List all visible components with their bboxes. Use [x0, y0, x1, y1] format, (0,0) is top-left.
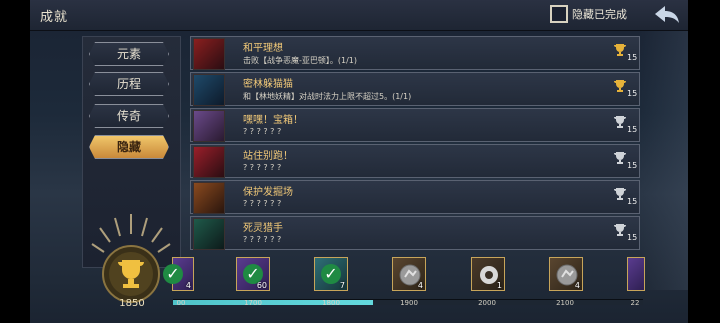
milestone-reward[interactable]: ✓ 4	[163, 257, 194, 291]
milestone-reward[interactable]	[627, 257, 645, 291]
progress-tick: 22	[630, 299, 640, 307]
achievement-points: 15	[627, 53, 638, 62]
achievement-thumbnail	[193, 110, 225, 142]
milestone-reward[interactable]: 1	[471, 257, 505, 291]
achievement-name: 密林躲猫猫	[243, 79, 293, 90]
achievement-points: 15	[627, 89, 638, 98]
category-elements-button[interactable]: 元素	[89, 42, 169, 66]
hide-completed-checkbox[interactable]	[550, 5, 568, 23]
achievement-points: 15	[627, 197, 638, 206]
top-bar: 成就 隐藏已完成	[30, 0, 688, 31]
achievement-thumbnail	[193, 182, 225, 214]
hide-completed-toggle[interactable]: 隐藏已完成	[550, 5, 627, 23]
achievement-desc: ? ? ? ? ? ?	[243, 163, 282, 172]
claimed-check-icon: ✓	[321, 264, 341, 284]
achievement-desc: 击败【战争恶魔-亚巴顿】。(1/1)	[243, 56, 358, 65]
achievement-thumbnail	[193, 218, 225, 250]
screen-edge-right	[688, 0, 720, 323]
back-arrow-icon[interactable]	[653, 3, 681, 27]
trophy-silver-icon	[614, 116, 626, 128]
category-journey-button[interactable]: 历程	[89, 72, 169, 96]
trophy-silver-icon	[614, 188, 626, 200]
category-hidden-button[interactable]: 隐藏	[89, 135, 169, 159]
reward-count: 4	[574, 281, 580, 290]
progress-tick: 00	[176, 299, 186, 307]
page-title: 成就	[40, 10, 69, 25]
achievement-points: 15	[627, 161, 638, 170]
achievement-thumbnail	[193, 38, 225, 70]
trophy-silver-icon	[614, 224, 626, 236]
progress-tick: 1700	[244, 299, 262, 307]
reward-count: 4	[417, 281, 423, 290]
reward-count: 4	[185, 281, 191, 290]
milestone-reward[interactable]: ✓ 7	[314, 257, 348, 291]
trophy-gold-icon	[614, 80, 626, 92]
progress-tick: 1800	[322, 299, 340, 307]
achievement-desc: 和【林地妖精】对战时法力上限不超过5。(1/1)	[243, 92, 412, 101]
achievement-row[interactable]: 密林躲猫猫 和【林地妖精】对战时法力上限不超过5。(1/1) 15	[190, 72, 640, 106]
achievement-name: 保护发掘场	[243, 187, 293, 198]
achievement-row[interactable]: 嘿嘿！宝箱！ ? ? ? ? ? ? 15	[190, 108, 640, 142]
achievement-name: 嘿嘿！宝箱！	[243, 115, 303, 126]
trophy-gold-icon	[614, 44, 626, 56]
achievement-row[interactable]: 和平理想 击败【战争恶魔-亚巴顿】。(1/1) 15	[190, 36, 640, 70]
achievement-desc: ? ? ? ? ? ?	[243, 235, 282, 244]
achievement-desc: ? ? ? ? ? ?	[243, 127, 282, 136]
trophy-silver-icon	[614, 152, 626, 164]
achievement-name: 站住别跑！	[243, 151, 293, 162]
achievement-thumbnail	[193, 146, 225, 178]
hide-completed-label: 隐藏已完成	[572, 8, 627, 21]
progress-tick: 1900	[400, 299, 418, 307]
achievement-name: 死灵猎手	[243, 223, 283, 234]
achievement-row[interactable]: 站住别跑！ ? ? ? ? ? ? 15	[190, 144, 640, 178]
achievement-name: 和平理想	[243, 43, 283, 54]
achievement-thumbnail	[193, 74, 225, 106]
claimed-check-icon: ✓	[163, 264, 183, 284]
achievement-desc: ? ? ? ? ? ?	[243, 199, 282, 208]
milestone-reward[interactable]: ✓ 60	[236, 257, 270, 291]
achievement-row[interactable]: 死灵猎手 ? ? ? ? ? ? 15	[190, 216, 640, 250]
milestone-reward[interactable]: 4	[392, 257, 426, 291]
progress-tick: 2100	[556, 299, 574, 307]
current-score: 1850	[119, 298, 145, 309]
reward-count: 7	[339, 281, 345, 290]
reward-count: 1	[496, 281, 502, 290]
achievement-row[interactable]: 保护发掘场 ? ? ? ? ? ? 15	[190, 180, 640, 214]
achievement-points: 15	[627, 125, 638, 134]
category-legend-button[interactable]: 传奇	[89, 104, 169, 128]
progress-tick: 2000	[478, 299, 496, 307]
achievement-points: 15	[627, 233, 638, 242]
milestone-reward[interactable]: 4	[549, 257, 583, 291]
reward-count: 60	[256, 281, 267, 290]
screen-edge-left	[0, 0, 30, 323]
